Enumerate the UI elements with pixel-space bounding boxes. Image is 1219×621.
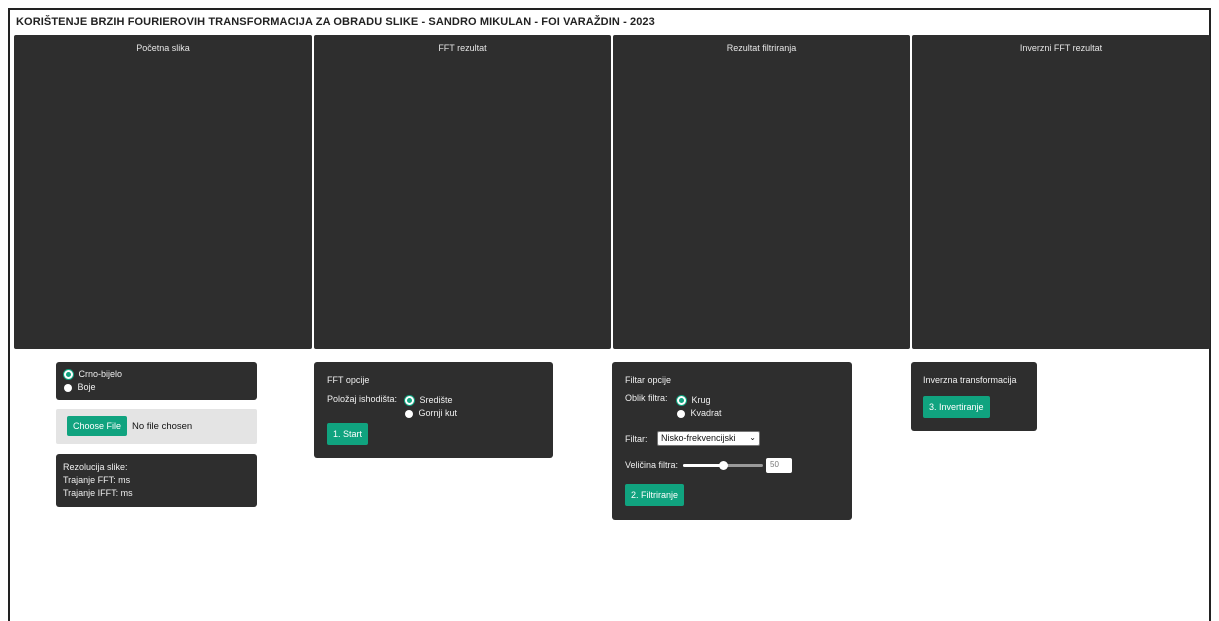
filter-options-heading: Filtar opcije — [625, 375, 672, 385]
radio-unselected-icon[interactable] — [405, 409, 413, 418]
fft-options-heading: FFT opcije — [327, 375, 370, 385]
filter-result-panel: Rezultat filtriranja — [613, 35, 910, 349]
radio-label: Crno-bijelo — [78, 369, 123, 379]
inverse-options-box: Inverzna transformacija 3. Invertiranje — [911, 362, 1037, 431]
radio-unselected-icon[interactable] — [677, 409, 685, 418]
filter-size-slider-fill — [683, 464, 723, 467]
initial-image-panel: Početna slika — [14, 35, 312, 349]
radio-label: Gornji kut — [418, 408, 458, 418]
file-input[interactable]: Choose File No file chosen — [56, 409, 257, 444]
radio-label: Boje — [77, 382, 96, 392]
radio-crno-bijelo[interactable]: Crno-bijelo — [64, 369, 123, 380]
fft-duration-text: Trajanje FFT: ms — [63, 475, 131, 485]
origin-label: Položaj ishodišta: — [327, 394, 398, 404]
filter-options-box: Filtar opcije Oblik filtra: Krug Kvadrat… — [612, 362, 852, 520]
fft-result-panel: FFT rezultat — [314, 35, 611, 349]
choose-file-button[interactable]: Choose File — [67, 416, 128, 436]
file-status: No file chosen — [132, 421, 193, 432]
invert-button[interactable]: 3. Invertiranje — [923, 396, 990, 418]
ifft-duration-text: Trajanje IFFT: ms — [63, 488, 133, 498]
radio-krug[interactable]: Krug — [677, 395, 711, 406]
chevron-down-icon: ⌄ — [749, 433, 756, 442]
radio-label: Krug — [691, 395, 711, 405]
filter-size-label: Veličina filtra: — [625, 460, 679, 470]
info-box: Rezolucija slike: Trajanje FFT: ms Traja… — [56, 454, 257, 507]
radio-boje[interactable]: Boje — [64, 382, 96, 392]
page-title: KORIŠTENJE BRZIH FOURIEROVIH TRANSFORMAC… — [16, 16, 655, 28]
filter-type-value: Nisko-frekvencijski — [661, 433, 736, 443]
inverse-options-heading: Inverzna transformacija — [923, 375, 1017, 385]
filter-shape-label: Oblik filtra: — [625, 393, 668, 403]
fft-options-box: FFT opcije Položaj ishodišta: Središte G… — [314, 362, 553, 458]
resolution-text: Rezolucija slike: — [63, 462, 128, 472]
initial-image-label: Početna slika — [136, 43, 190, 53]
filter-size-input[interactable]: 50 — [766, 458, 792, 473]
radio-selected-icon[interactable] — [405, 396, 414, 406]
radio-label: Središte — [419, 395, 453, 405]
radio-selected-icon[interactable] — [677, 396, 686, 406]
color-mode-box: Crno-bijelo Boje — [56, 362, 257, 400]
radio-selected-icon[interactable] — [64, 370, 73, 380]
radio-unselected-icon[interactable] — [64, 383, 72, 392]
radio-label: Kvadrat — [690, 408, 722, 418]
filter-button[interactable]: 2. Filtriranje — [625, 484, 685, 506]
inverse-fft-panel: Inverzni FFT rezultat — [912, 35, 1210, 349]
filter-result-label: Rezultat filtriranja — [726, 43, 797, 53]
radio-gornji-kut[interactable]: Gornji kut — [405, 408, 457, 418]
image-panels: Početna slika FFT rezultat Rezultat filt… — [14, 35, 1210, 349]
radio-središte[interactable]: Središte — [405, 395, 453, 406]
start-button[interactable]: 1. Start — [327, 423, 369, 445]
filter-size-slider-thumb[interactable] — [719, 461, 728, 470]
inverse-fft-label: Inverzni FFT rezultat — [1019, 43, 1103, 53]
filter-type-label: Filtar: — [625, 434, 648, 444]
filter-type-select[interactable]: Nisko-frekvencijski ⌄ — [657, 431, 760, 446]
fft-result-label: FFT rezultat — [438, 43, 487, 53]
radio-kvadrat[interactable]: Kvadrat — [677, 408, 722, 418]
